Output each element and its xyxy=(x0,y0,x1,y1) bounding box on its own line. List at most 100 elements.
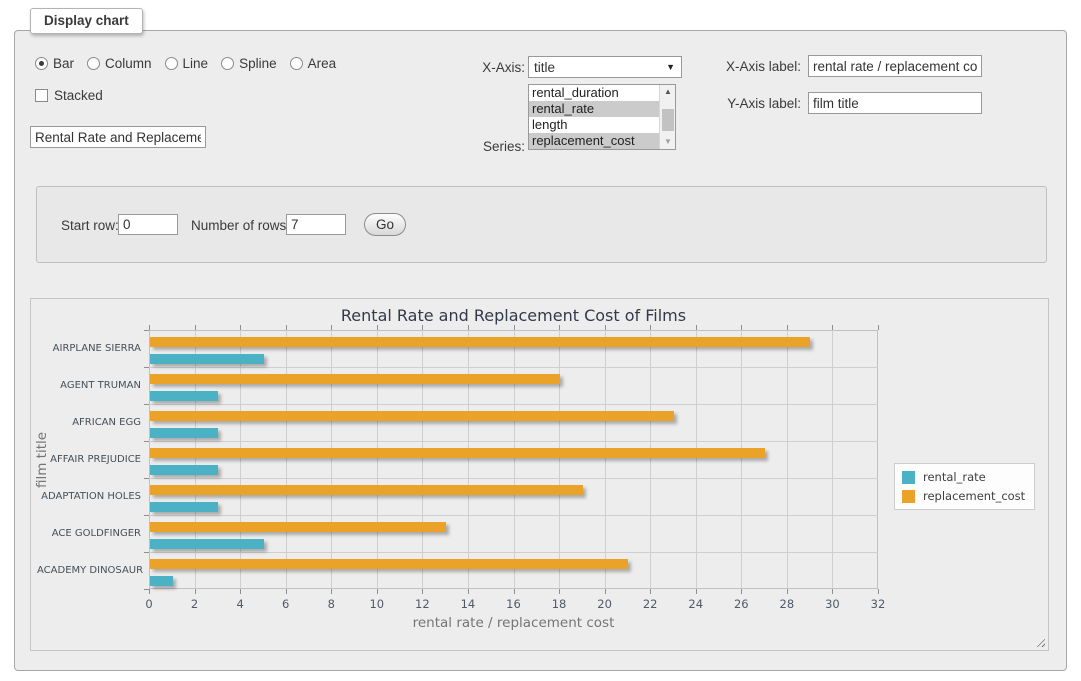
gridline-x-18 xyxy=(559,330,560,589)
tick-mark-left xyxy=(144,478,149,479)
tick-mark-top xyxy=(422,325,423,330)
scroll-down-icon[interactable]: ▼ xyxy=(660,135,676,149)
bar-replacement_cost-african-egg xyxy=(150,411,674,421)
listbox-scrollbar[interactable]: ▲ ▼ xyxy=(659,85,675,149)
radio-icon[interactable] xyxy=(87,57,100,70)
tick-mark-left xyxy=(144,330,149,331)
gridline-x-24 xyxy=(696,330,697,589)
bar-replacement_cost-adaptation-holes xyxy=(150,485,583,495)
chart-title: Rental Rate and Replacement Cost of Film… xyxy=(149,306,878,325)
series-option-rental_duration[interactable]: rental_duration xyxy=(529,85,659,101)
series-options: rental_durationrental_ratelengthreplacem… xyxy=(529,85,659,149)
legend-swatch-icon xyxy=(902,471,915,484)
series-option-replacement_cost[interactable]: replacement_cost xyxy=(529,133,659,149)
legend-item-replacement_cost: replacement_cost xyxy=(902,489,1025,503)
tick-mark-left xyxy=(144,552,149,553)
chart-type-radio-group: Bar Column Line Spline Area xyxy=(35,56,336,71)
tick-mark-bottom xyxy=(331,589,332,594)
tick-mark-left xyxy=(144,515,149,516)
chart-legend: rental_rate replacement_cost xyxy=(894,463,1035,510)
radio-label: Column xyxy=(105,56,152,71)
category-label-affair-prejudice: AFFAIR PREJUDICE xyxy=(37,454,141,465)
x-tick-label-0: 0 xyxy=(134,597,164,611)
chart-x-axis-label: rental rate / replacement cost xyxy=(149,615,878,631)
bar-rental_rate-agent-truman xyxy=(150,391,218,401)
radio-label: Line xyxy=(183,56,209,71)
stacked-label: Stacked xyxy=(54,88,103,103)
tick-mark-bottom xyxy=(878,589,879,594)
category-label-adaptation-holes: ADAPTATION HOLES xyxy=(37,491,141,502)
scrollbar-thumb[interactable] xyxy=(662,109,674,131)
gridline-x-28 xyxy=(787,330,788,589)
category-label-agent-truman: AGENT TRUMAN xyxy=(37,380,141,391)
x-axis-label-input[interactable] xyxy=(808,55,982,77)
tick-mark-bottom xyxy=(195,589,196,594)
x-axis-select-label: X-Axis: xyxy=(435,60,525,75)
scroll-up-icon[interactable]: ▲ xyxy=(660,85,676,99)
tick-mark-top xyxy=(149,325,150,330)
radio-icon[interactable] xyxy=(221,57,234,70)
x-tick-label-28: 28 xyxy=(772,597,802,611)
x-tick-label-6: 6 xyxy=(271,597,301,611)
go-button[interactable]: Go xyxy=(364,213,406,236)
chart-type-radio-bar[interactable]: Bar xyxy=(35,56,74,71)
gridline-x-10 xyxy=(377,330,378,589)
tick-mark-bottom xyxy=(149,589,150,594)
gridline-x-14 xyxy=(468,330,469,589)
tick-mark-bottom xyxy=(832,589,833,594)
gridline-y-3 xyxy=(149,441,878,442)
gridline-x-12 xyxy=(422,330,423,589)
tick-mark-top xyxy=(696,325,697,330)
bar-rental_rate-african-egg xyxy=(150,428,218,438)
x-tick-label-4: 4 xyxy=(225,597,255,611)
tick-mark-bottom xyxy=(559,589,560,594)
tick-mark-left xyxy=(144,441,149,442)
gridline-y-4 xyxy=(149,478,878,479)
start-row-label: Start row: xyxy=(61,218,119,233)
tick-mark-bottom xyxy=(741,589,742,594)
page: { "display_chart": { "legend": "Display … xyxy=(0,0,1081,681)
tick-mark-left xyxy=(144,404,149,405)
chart-title-input[interactable] xyxy=(30,126,206,148)
tick-mark-left xyxy=(144,589,149,590)
category-label-african-egg: AFRICAN EGG xyxy=(37,417,141,428)
x-axis-selected-value: title xyxy=(534,60,555,75)
series-option-rental_rate[interactable]: rental_rate xyxy=(529,101,659,117)
tick-mark-bottom xyxy=(650,589,651,594)
chart-type-radio-column[interactable]: Column xyxy=(87,56,152,71)
resize-handle-icon[interactable] xyxy=(1034,636,1045,647)
chart-type-radio-spline[interactable]: Spline xyxy=(221,56,277,71)
bar-replacement_cost-academy-dinosaur xyxy=(150,559,628,569)
tick-mark-bottom xyxy=(605,589,606,594)
start-row-input[interactable] xyxy=(118,214,178,235)
chart-container: Rental Rate and Replacement Cost of Film… xyxy=(30,298,1049,651)
radio-icon[interactable] xyxy=(165,57,178,70)
x-tick-label-10: 10 xyxy=(362,597,392,611)
x-axis-label-field-label: X-Axis label: xyxy=(706,59,801,74)
category-label-airplane-sierra: AIRPLANE SIERRA xyxy=(37,343,141,354)
chart-type-radio-area[interactable]: Area xyxy=(290,56,337,71)
radio-label: Area xyxy=(308,56,337,71)
bar-replacement_cost-airplane-sierra xyxy=(150,337,810,347)
gridline-x-30 xyxy=(832,330,833,589)
chevron-down-icon: ▼ xyxy=(666,62,675,72)
bar-rental_rate-affair-prejudice xyxy=(150,465,218,475)
radio-icon[interactable] xyxy=(35,57,48,70)
x-tick-label-26: 26 xyxy=(726,597,756,611)
legend-item-rental_rate: rental_rate xyxy=(902,470,1025,484)
category-label-ace-goldfinger: ACE GOLDFINGER xyxy=(37,528,141,539)
gridline-x-22 xyxy=(650,330,651,589)
gridline-x-8 xyxy=(331,330,332,589)
number-of-rows-input[interactable] xyxy=(286,214,346,235)
series-listbox[interactable]: rental_durationrental_ratelengthreplacem… xyxy=(528,84,676,150)
series-option-length[interactable]: length xyxy=(529,117,659,133)
radio-icon[interactable] xyxy=(290,57,303,70)
chart-type-radio-line[interactable]: Line xyxy=(165,56,209,71)
tick-mark-top xyxy=(787,325,788,330)
tick-mark-top xyxy=(195,325,196,330)
gridline-x-4 xyxy=(240,330,241,589)
x-axis-select[interactable]: title ▼ xyxy=(528,56,682,78)
stacked-checkbox[interactable] xyxy=(35,89,48,102)
gridline-x-16 xyxy=(514,330,515,589)
y-axis-label-input[interactable] xyxy=(808,92,982,114)
